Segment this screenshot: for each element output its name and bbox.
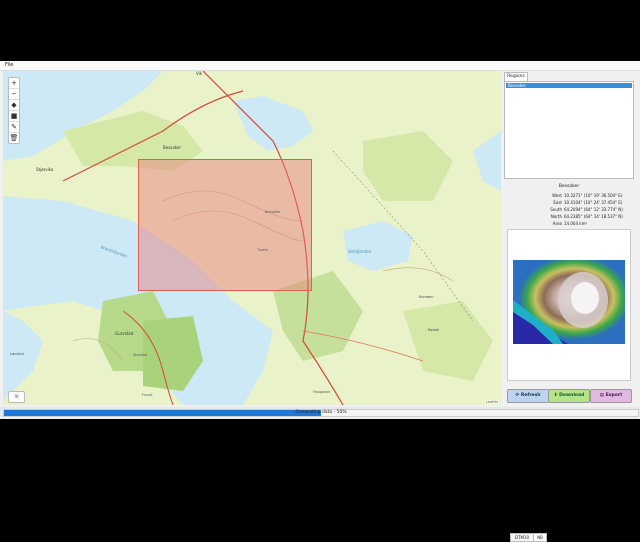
edit-icon[interactable]: ✎	[9, 122, 19, 133]
map-label-haugstad: Haugstad	[313, 390, 330, 394]
map-attribution[interactable]: Leaflet	[485, 400, 499, 404]
export-icon: ▤	[599, 393, 604, 398]
map-label-bessaker-north: Bessaker	[163, 145, 182, 150]
download-icon: ⬇	[553, 393, 558, 398]
refresh-button[interactable]: ⟳ Refresh	[507, 389, 549, 403]
map-label-tveite: Tveite	[257, 248, 268, 252]
progress-text: Generating data - 50%	[295, 410, 347, 415]
info-row-area: Area 14.004 km²	[504, 220, 632, 227]
info-row-north: North 64.2385° (64° 14' 18.537" N)	[504, 213, 632, 220]
layers-icon[interactable]: ≋	[8, 391, 25, 403]
status-bar: Generating data - 50%	[0, 407, 640, 417]
info-key: West	[552, 193, 562, 198]
map-label-lovstad: Løvstad	[10, 352, 24, 356]
info-key: Area	[552, 221, 562, 226]
info-key: South	[550, 207, 562, 212]
selected-region[interactable]	[138, 159, 312, 291]
file-menu[interactable]: File	[5, 62, 13, 68]
delete-icon[interactable]: 🗑	[9, 133, 19, 143]
side-panel: Regions Bessaker Bessaker West 10.3271° …	[502, 71, 636, 542]
info-value: 64.2094° (64° 12' 33.774" N)	[564, 207, 623, 212]
region-list[interactable]: Bessaker	[504, 81, 634, 179]
export-label: Export	[605, 393, 623, 398]
zoom-out-icon[interactable]: −	[9, 89, 19, 100]
info-row-east: East 10.4104° (10° 24' 37.454" E)	[504, 199, 632, 206]
map-label-bessaker-center: Bessaker	[265, 210, 281, 214]
polygon-icon[interactable]: ■	[9, 111, 19, 122]
tab-regions[interactable]: Regions	[504, 72, 528, 81]
download-button[interactable]: ⬇ Download	[548, 389, 590, 403]
map-label-storvika: Storvika	[133, 353, 148, 357]
zoom-in-icon[interactable]: +	[9, 78, 19, 89]
info-value: 10.4104° (10° 24' 37.454" E)	[564, 200, 623, 205]
map-view[interactable]: Vik Bessaker Stjørvika Bessaker Tveite B…	[3, 71, 501, 405]
menu-bar: File	[0, 61, 640, 71]
map-label-ramoen: Ramøen	[419, 295, 434, 299]
progress-bar: Generating data - 50%	[3, 409, 639, 417]
info-row-west: West 10.3271° (10° 19' 36.504" E)	[504, 192, 632, 199]
map-label-gurvstad: Gurvstad	[115, 331, 134, 336]
region-info-title: Bessaker	[558, 184, 580, 189]
region-info-table: West 10.3271° (10° 19' 36.504" E) East 1…	[504, 192, 632, 227]
map-label-stjorvika: Stjørvika	[36, 167, 54, 172]
info-row-south: South 64.2094° (64° 12' 33.774" N)	[504, 206, 632, 213]
info-key: North	[550, 214, 562, 219]
tab-dtm10[interactable]: DTM10	[510, 533, 534, 542]
download-label: Download	[559, 393, 585, 398]
export-button[interactable]: ▤ Export	[590, 389, 632, 403]
dem-preview-image	[513, 260, 625, 344]
map-toolbar: + − ◆ ■ ✎ 🗑	[8, 77, 20, 144]
app-window: File Vik Bessaker Stjørvika Bessaker Tve…	[0, 61, 640, 542]
refresh-icon: ⟳	[515, 393, 520, 398]
map-label-vik: Vik	[196, 71, 203, 76]
tab-nb[interactable]: NB	[533, 533, 547, 542]
region-list-item[interactable]: Bessaker	[506, 83, 632, 88]
info-value: 14.004 km²	[564, 221, 588, 226]
map-label-vetafjorden: Vetafjorden	[348, 249, 372, 254]
marker-icon[interactable]: ◆	[9, 100, 19, 111]
map-label-rodde: Rødde	[428, 328, 440, 332]
dem-preview: DTM10 NB	[507, 229, 631, 542]
info-key: East	[553, 200, 562, 205]
map-label-furvik: Furvik	[142, 393, 153, 397]
info-value: 10.3271° (10° 19' 36.504" E)	[564, 193, 623, 198]
info-value: 64.2385° (64° 14' 18.537" N)	[564, 214, 623, 219]
refresh-label: Refresh	[520, 393, 541, 398]
